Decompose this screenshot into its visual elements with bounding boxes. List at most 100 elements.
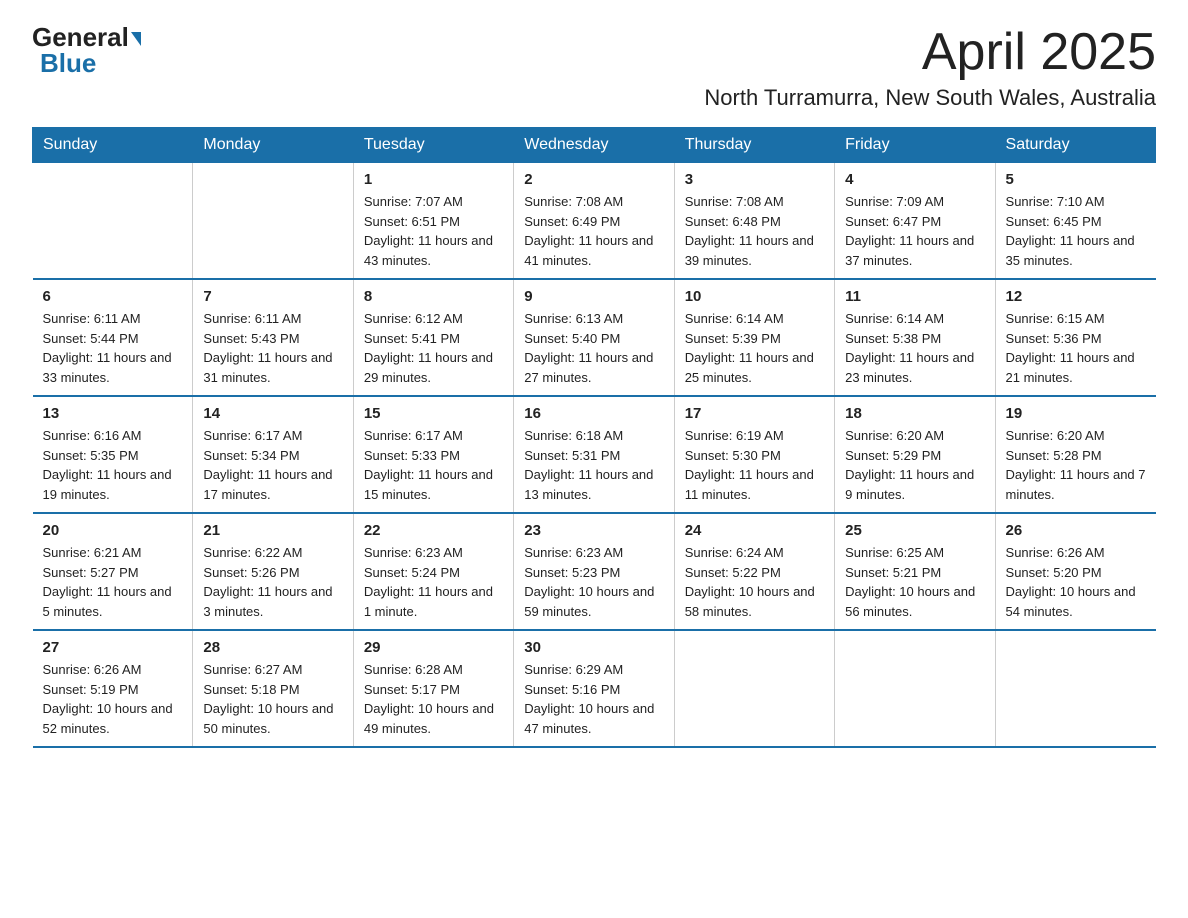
- day-number: 1: [364, 171, 503, 188]
- day-number: 29: [364, 639, 503, 656]
- calendar-day-cell: 23Sunrise: 6:23 AMSunset: 5:23 PMDayligh…: [514, 513, 674, 630]
- day-info: Sunrise: 6:15 AMSunset: 5:36 PMDaylight:…: [1006, 309, 1146, 387]
- day-info: Sunrise: 6:27 AMSunset: 5:18 PMDaylight:…: [203, 660, 342, 738]
- logo-general-text: General: [32, 24, 129, 50]
- day-number: 28: [203, 639, 342, 656]
- day-info: Sunrise: 7:10 AMSunset: 6:45 PMDaylight:…: [1006, 192, 1146, 270]
- calendar-day-cell: 17 Sunrise: 6:19 AMSunset: 5:30 PMDayligh…: [674, 396, 834, 513]
- calendar-week-row: 1 Sunrise: 7:07 AMSunset: 6:51 PMDaylight…: [33, 163, 1156, 280]
- title-block: April 2025 North Turramurra, New South W…: [704, 24, 1156, 111]
- day-info: Sunrise: 6:21 AMSunset: 5:27 PMDaylight:…: [43, 543, 183, 621]
- calendar-day-cell: 14 Sunrise: 6:17 AMSunset: 5:34 PMDayligh…: [193, 396, 353, 513]
- day-info: Sunrise: 6:17 AMSunset: 5:34 PMDaylight:…: [203, 426, 342, 504]
- logo-blue-text: Blue: [40, 48, 96, 78]
- day-number: 14: [203, 405, 342, 422]
- day-info: Sunrise: 6:11 AMSunset: 5:43 PMDaylight:…: [203, 309, 342, 387]
- calendar-day-cell: 27 Sunrise: 6:26 AMSunset: 5:19 PMDayligh…: [33, 630, 193, 747]
- day-info: Sunrise: 6:11 AMSunset: 5:44 PMDaylight:…: [43, 309, 183, 387]
- day-number: 2: [524, 171, 663, 188]
- weekday-header-tuesday: Tuesday: [353, 128, 513, 163]
- calendar-day-cell: 8 Sunrise: 6:12 AMSunset: 5:41 PMDaylight…: [353, 279, 513, 396]
- day-number: 16: [524, 405, 663, 422]
- calendar-day-cell: [995, 630, 1155, 747]
- day-info: Sunrise: 6:13 AMSunset: 5:40 PMDaylight:…: [524, 309, 663, 387]
- calendar-day-cell: 20 Sunrise: 6:21 AMSunset: 5:27 PMDayligh…: [33, 513, 193, 630]
- calendar-day-cell: [33, 163, 193, 280]
- calendar-day-cell: 13Sunrise: 6:16 AMSunset: 5:35 PMDayligh…: [33, 396, 193, 513]
- day-number: 8: [364, 288, 503, 305]
- calendar-week-row: 27 Sunrise: 6:26 AMSunset: 5:19 PMDayligh…: [33, 630, 1156, 747]
- day-info: Sunrise: 7:07 AMSunset: 6:51 PMDaylight:…: [364, 192, 503, 270]
- calendar-day-cell: 25 Sunrise: 6:25 AMSunset: 5:21 PMDayligh…: [835, 513, 995, 630]
- calendar-day-cell: [193, 163, 353, 280]
- day-info: Sunrise: 6:19 AMSunset: 5:30 PMDaylight:…: [685, 426, 824, 504]
- day-number: 18: [845, 405, 984, 422]
- weekday-header-thursday: Thursday: [674, 128, 834, 163]
- calendar-day-cell: 1 Sunrise: 7:07 AMSunset: 6:51 PMDaylight…: [353, 163, 513, 280]
- calendar-day-cell: 12 Sunrise: 6:15 AMSunset: 5:36 PMDayligh…: [995, 279, 1155, 396]
- day-number: 5: [1006, 171, 1146, 188]
- weekday-header-monday: Monday: [193, 128, 353, 163]
- calendar-day-cell: 2 Sunrise: 7:08 AMSunset: 6:49 PMDaylight…: [514, 163, 674, 280]
- calendar-day-cell: [674, 630, 834, 747]
- calendar-day-cell: 10Sunrise: 6:14 AMSunset: 5:39 PMDayligh…: [674, 279, 834, 396]
- day-number: 20: [43, 522, 183, 539]
- day-info: Sunrise: 7:09 AMSunset: 6:47 PMDaylight:…: [845, 192, 984, 270]
- day-info: Sunrise: 6:22 AMSunset: 5:26 PMDaylight:…: [203, 543, 342, 621]
- calendar-day-cell: 29 Sunrise: 6:28 AMSunset: 5:17 PMDayligh…: [353, 630, 513, 747]
- calendar-day-cell: 18 Sunrise: 6:20 AMSunset: 5:29 PMDayligh…: [835, 396, 995, 513]
- day-info: Sunrise: 6:17 AMSunset: 5:33 PMDaylight:…: [364, 426, 503, 504]
- calendar-table: SundayMondayTuesdayWednesdayThursdayFrid…: [32, 127, 1156, 748]
- calendar-day-cell: 15Sunrise: 6:17 AMSunset: 5:33 PMDayligh…: [353, 396, 513, 513]
- calendar-day-cell: 5 Sunrise: 7:10 AMSunset: 6:45 PMDaylight…: [995, 163, 1155, 280]
- day-info: Sunrise: 6:28 AMSunset: 5:17 PMDaylight:…: [364, 660, 503, 738]
- day-number: 12: [1006, 288, 1146, 305]
- day-number: 25: [845, 522, 984, 539]
- day-number: 4: [845, 171, 984, 188]
- day-info: Sunrise: 6:20 AMSunset: 5:29 PMDaylight:…: [845, 426, 984, 504]
- day-info: Sunrise: 6:23 AMSunset: 5:23 PMDaylight:…: [524, 543, 663, 621]
- calendar-header: SundayMondayTuesdayWednesdayThursdayFrid…: [33, 128, 1156, 163]
- calendar-day-cell: 26 Sunrise: 6:26 AMSunset: 5:20 PMDayligh…: [995, 513, 1155, 630]
- day-info: Sunrise: 6:26 AMSunset: 5:19 PMDaylight:…: [43, 660, 183, 738]
- day-number: 17: [685, 405, 824, 422]
- day-number: 22: [364, 522, 503, 539]
- calendar-day-cell: 21Sunrise: 6:22 AMSunset: 5:26 PMDayligh…: [193, 513, 353, 630]
- calendar-day-cell: 28 Sunrise: 6:27 AMSunset: 5:18 PMDayligh…: [193, 630, 353, 747]
- day-info: Sunrise: 6:20 AMSunset: 5:28 PMDaylight:…: [1006, 426, 1146, 504]
- calendar-day-cell: 19Sunrise: 6:20 AMSunset: 5:28 PMDayligh…: [995, 396, 1155, 513]
- day-info: Sunrise: 6:14 AMSunset: 5:38 PMDaylight:…: [845, 309, 984, 387]
- calendar-week-row: 6Sunrise: 6:11 AMSunset: 5:44 PMDaylight…: [33, 279, 1156, 396]
- day-info: Sunrise: 6:29 AMSunset: 5:16 PMDaylight:…: [524, 660, 663, 738]
- day-info: Sunrise: 6:23 AMSunset: 5:24 PMDaylight:…: [364, 543, 503, 621]
- calendar-day-cell: 3Sunrise: 7:08 AMSunset: 6:48 PMDaylight…: [674, 163, 834, 280]
- day-number: 11: [845, 288, 984, 305]
- calendar-day-cell: 24 Sunrise: 6:24 AMSunset: 5:22 PMDayligh…: [674, 513, 834, 630]
- calendar-week-row: 13Sunrise: 6:16 AMSunset: 5:35 PMDayligh…: [33, 396, 1156, 513]
- day-info: Sunrise: 7:08 AMSunset: 6:49 PMDaylight:…: [524, 192, 663, 270]
- day-info: Sunrise: 6:12 AMSunset: 5:41 PMDaylight:…: [364, 309, 503, 387]
- day-info: Sunrise: 6:26 AMSunset: 5:20 PMDaylight:…: [1006, 543, 1146, 621]
- day-number: 9: [524, 288, 663, 305]
- day-number: 24: [685, 522, 824, 539]
- calendar-day-cell: 6Sunrise: 6:11 AMSunset: 5:44 PMDaylight…: [33, 279, 193, 396]
- calendar-day-cell: 30 Sunrise: 6:29 AMSunset: 5:16 PMDayligh…: [514, 630, 674, 747]
- weekday-header-wednesday: Wednesday: [514, 128, 674, 163]
- weekday-header-saturday: Saturday: [995, 128, 1155, 163]
- day-number: 27: [43, 639, 183, 656]
- day-info: Sunrise: 6:25 AMSunset: 5:21 PMDaylight:…: [845, 543, 984, 621]
- day-info: Sunrise: 6:18 AMSunset: 5:31 PMDaylight:…: [524, 426, 663, 504]
- day-number: 26: [1006, 522, 1146, 539]
- calendar-day-cell: 7Sunrise: 6:11 AMSunset: 5:43 PMDaylight…: [193, 279, 353, 396]
- calendar-day-cell: 11 Sunrise: 6:14 AMSunset: 5:38 PMDayligh…: [835, 279, 995, 396]
- day-number: 3: [685, 171, 824, 188]
- calendar-day-cell: 16 Sunrise: 6:18 AMSunset: 5:31 PMDayligh…: [514, 396, 674, 513]
- weekday-header-sunday: Sunday: [33, 128, 193, 163]
- logo: General Blue: [32, 24, 141, 76]
- weekday-header-row: SundayMondayTuesdayWednesdayThursdayFrid…: [33, 128, 1156, 163]
- day-info: Sunrise: 6:24 AMSunset: 5:22 PMDaylight:…: [685, 543, 824, 621]
- calendar-week-row: 20 Sunrise: 6:21 AMSunset: 5:27 PMDayligh…: [33, 513, 1156, 630]
- calendar-day-cell: [835, 630, 995, 747]
- day-number: 30: [524, 639, 663, 656]
- day-info: Sunrise: 6:16 AMSunset: 5:35 PMDaylight:…: [43, 426, 183, 504]
